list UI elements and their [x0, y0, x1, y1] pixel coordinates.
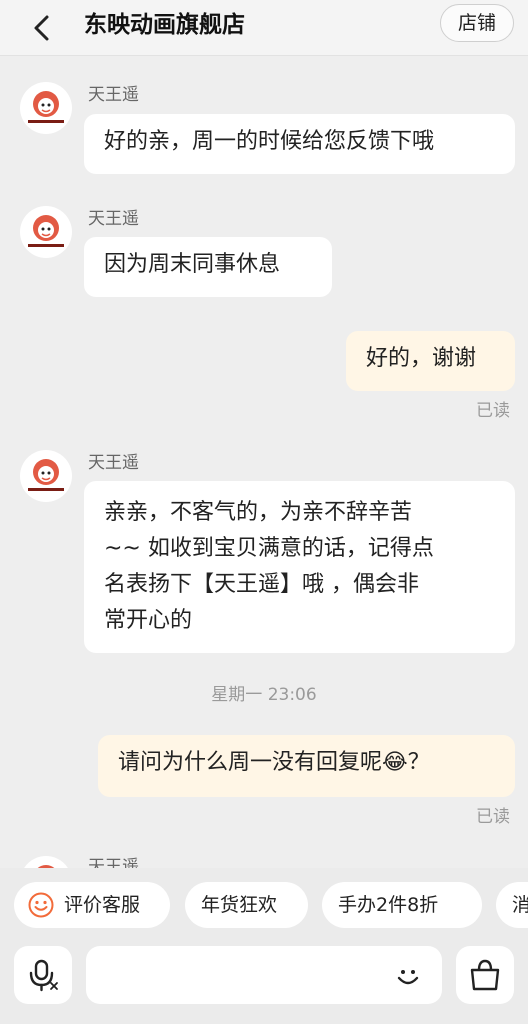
- read-status: 已读: [476, 401, 510, 421]
- smiley-icon: [28, 892, 54, 918]
- back-button[interactable]: [22, 8, 62, 48]
- quick-reply-chip[interactable]: 消: [496, 882, 528, 928]
- microphone-icon: [29, 959, 58, 992]
- message-bubble-incoming[interactable]: 亲亲，不客气的，为亲不辞辛苦 ~~ 如收到宝贝满意的话，记得点 名表扬下【天王遥…: [84, 481, 515, 653]
- sender-name: 天王遥: [88, 453, 139, 473]
- message-text: 请问为什么周一没有回复呢: [118, 750, 383, 775]
- tears-of-joy-emoji-icon: 😂: [382, 750, 408, 775]
- avatar[interactable]: [20, 206, 72, 258]
- chevron-left-icon: [34, 15, 49, 41]
- chat-header: 东映动画旗舰店 店铺: [0, 0, 528, 56]
- timestamp: 星期一 23:06: [211, 685, 317, 705]
- sender-name: 天王遥: [88, 857, 139, 868]
- voice-input-button[interactable]: [14, 946, 72, 1004]
- message-line: 名表扬下【天王遥】哦 ，偶会非: [104, 572, 419, 597]
- avatar[interactable]: [20, 856, 72, 868]
- message-line: ~~ 如收到宝贝满意的话，记得点: [104, 536, 434, 561]
- message-bubble-outgoing[interactable]: 请问为什么周一没有回复呢😂？: [98, 735, 515, 797]
- message-line: 亲亲，不客气的，为亲不辞辛苦: [104, 500, 413, 525]
- shop-button[interactable]: 店铺: [440, 4, 514, 42]
- message-bubble-outgoing[interactable]: 好的，谢谢: [346, 331, 515, 391]
- shop-title: 东映动画旗舰店: [84, 12, 245, 38]
- toei-logo-icon: [37, 865, 55, 868]
- message-bubble-incoming[interactable]: 因为周末同事休息: [84, 237, 332, 297]
- chip-label: 评价客服: [64, 894, 141, 916]
- partial-message: 天王遥: [0, 852, 528, 868]
- avatar[interactable]: [20, 450, 72, 502]
- toei-logo-icon: [26, 459, 66, 492]
- quick-reply-bar: 评价客服 年货狂欢 手办2件8折 消: [0, 868, 528, 946]
- sender-name: 天王遥: [88, 85, 139, 105]
- message-suffix: ？: [407, 750, 430, 775]
- shopping-bag-icon: [470, 959, 500, 991]
- input-bar: [0, 946, 528, 1024]
- sender-name: 天王遥: [88, 209, 139, 229]
- toei-logo-icon: [26, 215, 66, 248]
- avatar[interactable]: [20, 82, 72, 134]
- quick-reply-chip[interactable]: 评价客服: [14, 882, 170, 928]
- smiley-icon: [397, 970, 419, 985]
- read-status: 已读: [476, 807, 510, 827]
- message-line: 常开心的: [104, 608, 193, 633]
- message-bubble-incoming[interactable]: 好的亲，周一的时候给您反馈下哦: [84, 114, 515, 174]
- shopping-bag-button[interactable]: [456, 946, 514, 1004]
- quick-reply-chip[interactable]: 年货狂欢: [185, 882, 308, 928]
- toei-logo-icon: [26, 91, 66, 124]
- quick-reply-chip[interactable]: 手办2件8折: [322, 882, 482, 928]
- emoji-button[interactable]: [388, 956, 428, 996]
